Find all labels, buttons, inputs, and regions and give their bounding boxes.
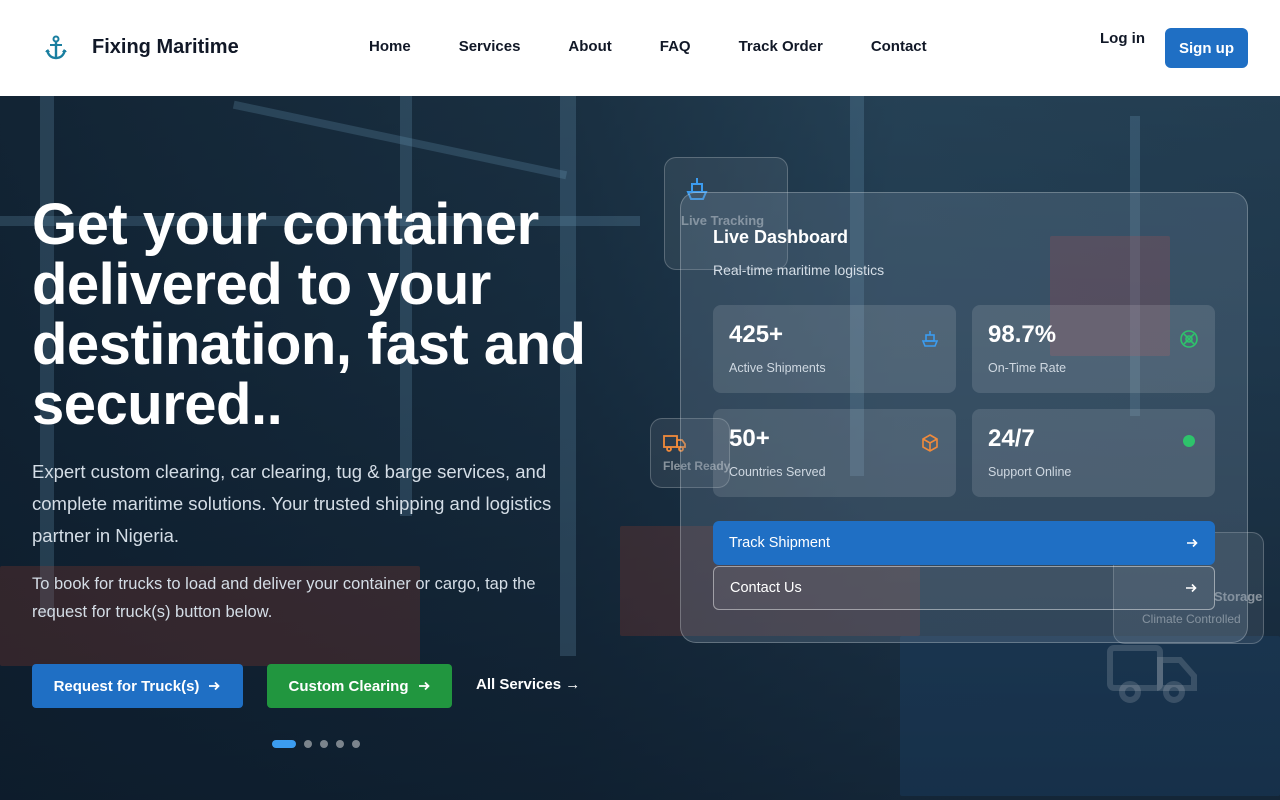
contact-us-label: Contact Us <box>730 580 802 596</box>
stat-on-time-rate: 98.7% On-Time Rate <box>972 305 1215 393</box>
arrow-right-icon <box>1187 538 1198 548</box>
stat-label: Support Online <box>988 465 1072 479</box>
all-services-link[interactable]: All Services → <box>476 676 580 693</box>
status-dot-icon <box>1183 435 1195 447</box>
stat-active-shipments: 425+ Active Shipments <box>713 305 956 393</box>
slide-dot-5[interactable] <box>352 740 360 748</box>
main-nav: Home Services About FAQ Track Order Cont… <box>369 38 927 55</box>
target-icon <box>1180 330 1198 348</box>
stat-value: 50+ <box>729 425 770 452</box>
container-stack-decor <box>900 636 1280 796</box>
arrow-right-icon <box>418 681 430 691</box>
arrow-right-icon <box>209 681 221 691</box>
slide-indicators <box>272 740 360 748</box>
track-shipment-button[interactable]: Track Shipment <box>713 521 1215 565</box>
signup-button[interactable]: Sign up <box>1165 28 1248 68</box>
arrow-right-icon <box>1186 583 1197 593</box>
slide-dot-1[interactable] <box>272 740 296 748</box>
slide-dot-2[interactable] <box>304 740 312 748</box>
hero-title: Get your container delivered to your des… <box>32 192 586 437</box>
stat-support-online: 24/7 Support Online <box>972 409 1215 497</box>
login-link[interactable]: Log in <box>1100 30 1145 47</box>
ship-icon <box>921 331 939 347</box>
nav-track-order[interactable]: Track Order <box>739 38 823 55</box>
anchor-logo-icon[interactable] <box>36 28 76 68</box>
slide-dot-4[interactable] <box>336 740 344 748</box>
contact-us-button[interactable]: Contact Us <box>713 566 1215 610</box>
hero-note: To book for trucks to load and deliver y… <box>32 575 536 621</box>
truck-outline-icon <box>1107 645 1197 703</box>
custom-clearing-button[interactable]: Custom Clearing <box>267 664 452 708</box>
dashboard-title: Live Dashboard <box>713 227 849 247</box>
nav-services[interactable]: Services <box>459 38 521 55</box>
request-truck-label: Request for Truck(s) <box>53 677 200 695</box>
hero-subtitle: Expert custom clearing, car clearing, tu… <box>32 461 552 546</box>
stat-countries-served: 50+ Countries Served <box>713 409 956 497</box>
stat-value: 425+ <box>729 321 784 348</box>
stat-label: Active Shipments <box>729 361 826 375</box>
brand-name[interactable]: Fixing Maritime <box>92 36 239 59</box>
custom-clearing-label: Custom Clearing <box>288 677 409 695</box>
request-truck-button[interactable]: Request for Truck(s) <box>32 664 243 708</box>
box-icon <box>922 434 938 452</box>
stat-label: Countries Served <box>729 465 826 479</box>
stat-label: On-Time Rate <box>988 361 1067 375</box>
nav-faq[interactable]: FAQ <box>660 38 691 55</box>
stat-value: 98.7% <box>988 321 1057 348</box>
stat-value: 24/7 <box>988 425 1035 452</box>
nav-home[interactable]: Home <box>369 38 411 55</box>
nav-contact[interactable]: Contact <box>871 38 927 55</box>
track-shipment-label: Track Shipment <box>729 535 830 551</box>
nav-about[interactable]: About <box>568 38 611 55</box>
site-header: Fixing Maritime Home Services About FAQ … <box>0 0 1280 96</box>
slide-dot-3[interactable] <box>320 740 328 748</box>
dashboard-subtitle: Real-time maritime logistics <box>713 262 885 278</box>
